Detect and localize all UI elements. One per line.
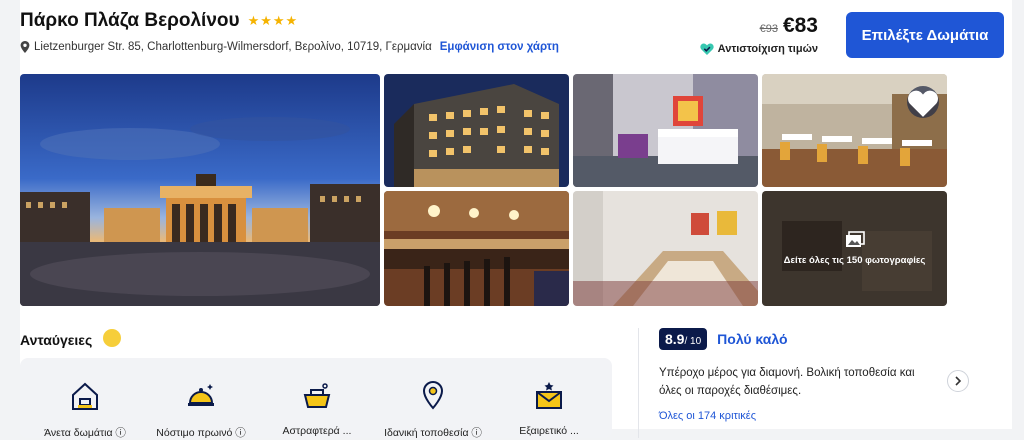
photo-lounge[interactable]: Δείτε όλες τις 150 φωτογραφίες [762,191,947,306]
amenity-label: Νόστιμο πρωινό ⓘ [156,427,246,439]
main-photo[interactable] [20,74,380,306]
amenity-comfortable-rooms[interactable]: Άνετα δωμάτια ⓘ [30,378,140,440]
heart-icon [908,90,938,117]
hotel-address: Lietzenburger Str. 85, Charlottenburg-Wi… [34,41,432,53]
gallery-icon [845,231,865,247]
all-reviews-link[interactable]: Όλες οι 174 κριτικές [659,410,958,422]
amenity-label: Ιδανική τοποθεσία ⓘ [384,427,482,439]
photo-gallery: Δείτε όλες τις 150 φωτογραφίες [20,74,968,306]
amenity-label: Εξαιρετικό ... [519,425,579,437]
amenities-box: Άνετα δωμάτια ⓘ Νόστιμο πρωινό ⓘ Αστραφτ… [20,358,612,440]
see-all-photos-button[interactable]: Δείτε όλες τις 150 φωτογραφίες [762,191,947,306]
review-score: 8.9 [665,331,685,347]
cloche-icon [188,384,214,406]
amenity-clean[interactable]: Αστραφτερά ... [262,378,372,437]
star-rating: ★★★★ [247,13,299,28]
photo-bar[interactable] [384,191,569,306]
photo-restaurant[interactable] [762,74,947,187]
amenities-title: Ανταύγειες [20,332,93,348]
chevron-right-icon [955,376,962,386]
favorite-button[interactable] [907,86,939,118]
photo-room[interactable] [573,74,758,187]
price-match-label: Αντιστοίχιση τιμών [717,43,818,55]
amenity-label: Αστραφτερά ... [282,425,352,437]
see-all-photos-label: Δείτε όλες τις 150 φωτογραφίες [783,255,926,266]
show-on-map-link[interactable]: Εμφάνιση στον χάρτη [440,41,559,53]
hotel-title: Πάρκο Πλάζα Βερολίνου [20,10,240,31]
house-icon [72,382,98,410]
current-price: €83 [782,14,818,37]
review-score-max: / 10 [684,336,702,347]
review-score-badge: 8.9/ 10 [659,328,708,350]
highlight-dot [103,329,121,347]
heart-check-icon [700,43,714,55]
location-pin-icon [422,380,444,410]
next-review-button[interactable] [947,370,969,392]
review-verdict: Πολύ καλό [717,331,788,347]
review-summary: Υπέροχο μέρος για διαμονή. Βολική τοποθε… [659,367,915,397]
amenity-location[interactable]: Ιδανική τοποθεσία ⓘ [378,378,488,440]
photo-exterior[interactable] [384,74,569,187]
amenity-excellent[interactable]: Εξαιρετικό ... [494,378,604,437]
amenity-breakfast[interactable]: Νόστιμο πρωινό ⓘ [146,378,256,440]
price-match-badge[interactable]: Αντιστοίχιση τιμών [700,43,818,55]
price-block: €93 €83 Αντιστοίχιση τιμών [700,14,818,55]
cleaning-basket-icon [303,383,331,408]
old-price: €93 [759,23,778,35]
amenity-label: Άνετα δωμάτια ⓘ [44,427,126,439]
envelope-star-icon [536,382,562,409]
select-rooms-button[interactable]: Επιλέξτε Δωμάτια [846,12,1004,58]
reviews-panel: 8.9/ 10 Πολύ καλό Υπέροχο μέρος για διαμ… [638,328,969,438]
hotel-header: Πάρκο Πλάζα Βερολίνου ★★★★ Lietzenburger… [20,10,1004,65]
photo-conference[interactable] [573,191,758,306]
location-pin-icon [20,41,30,53]
